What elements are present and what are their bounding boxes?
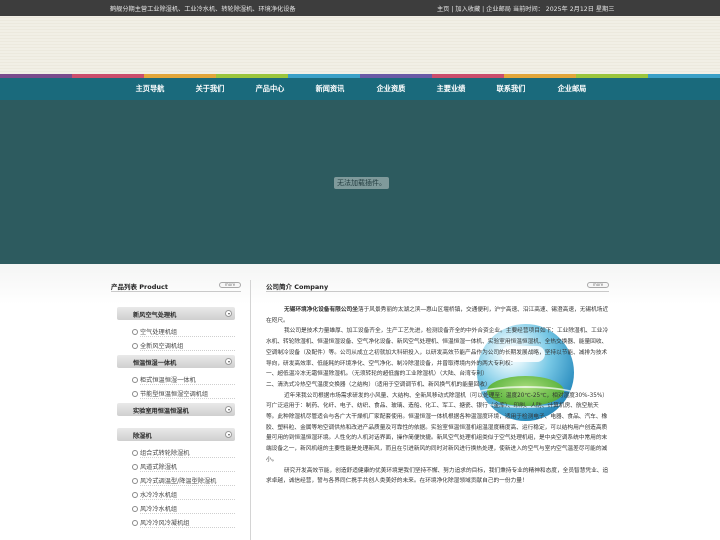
company-name: 无锡环境净化设备有限公司坐	[284, 307, 358, 313]
divider	[140, 485, 235, 486]
category-label: 恒温恒湿一体机	[133, 360, 177, 367]
product-link[interactable]: 全新风空调机组	[131, 341, 183, 350]
product-link[interactable]: 风冷冷风冷凝机组	[132, 518, 190, 527]
product-link[interactable]: 空气处理机组	[131, 327, 177, 336]
divider	[140, 384, 235, 385]
category-label: 除湿机	[133, 433, 152, 440]
product-link[interactable]: 水冷冷水机组	[131, 490, 177, 499]
divider	[140, 457, 235, 458]
nav-item-mail[interactable]: 企业邮局	[542, 84, 602, 94]
divider	[140, 350, 235, 351]
products-heading-underline	[111, 291, 241, 292]
hero-plugin-area: 无法加载插件。	[0, 100, 720, 264]
category-label: 新风空气处理机	[133, 312, 177, 319]
product-link[interactable]: 风冷冷水机组	[131, 504, 177, 513]
company-patent-2: 二、清洗式冷热空气温度交换器（之结构）（适用于空调调节机、新风换气机的能量回收）	[266, 381, 491, 388]
nav-item-home[interactable]: 主页导航	[120, 84, 180, 94]
site-tagline: 鹤舰分期主营工业除湿机、工业冷水机、转轮除湿机、环境净化设备	[110, 6, 296, 13]
company-patent-1: 一、超低温冷冻无霜恒温除湿机。（无须转轮的超低露的工业除湿机）（大陆、台湾专利）	[266, 371, 488, 378]
company-more-button[interactable]: more	[587, 282, 609, 288]
product-link[interactable]: 风道式除湿机	[131, 462, 177, 471]
nav-item-qualification[interactable]: 企业资质	[361, 84, 421, 94]
product-link[interactable]: 节能型恒温恒湿空调机组	[131, 389, 208, 398]
chevron-down-icon	[225, 406, 232, 413]
nav-item-about[interactable]: 关于我们	[180, 84, 240, 94]
category-label: 实验室用恒温恒湿机	[133, 408, 189, 415]
divider	[140, 499, 235, 500]
chevron-down-icon	[225, 358, 232, 365]
current-datetime: 当前时间： 2025年 2月12日 星期三	[512, 6, 615, 13]
nav-item-contact[interactable]: 联系我们	[481, 84, 541, 94]
nav-item-products[interactable]: 产品中心	[240, 84, 300, 94]
company-paragraph: 近年来我公司根据市场需求研发的小风量、大结构、全新风移动式除湿机（可以处理至：温…	[266, 392, 608, 463]
top-links: 主页 | 加入收藏 | 企业邮局 当前时间： 2025年 2月12日 星期三	[437, 4, 614, 13]
product-link[interactable]: 风冷式调温型/降温型除湿机	[131, 476, 216, 485]
header-banner	[0, 16, 720, 74]
plugin-placeholder: 无法加载插件。	[334, 177, 389, 189]
divider	[140, 513, 235, 514]
nav-item-news[interactable]: 新闻资讯	[300, 84, 360, 94]
divider	[140, 471, 235, 472]
company-heading-underline	[266, 291, 609, 292]
products-more-button[interactable]: more	[219, 282, 241, 288]
divider	[140, 527, 235, 528]
products-heading: 产品列表 Product	[111, 283, 168, 291]
nav-item-achievements[interactable]: 主要业绩	[421, 84, 481, 94]
chevron-down-icon	[225, 431, 232, 438]
divider	[140, 398, 235, 399]
company-profile-text: 无锡环境净化设备有限公司坐落于风景秀丽的太湖之滨—惠山区堰桥镇，交通便利，沪宁高…	[266, 305, 609, 487]
chevron-down-icon	[225, 310, 232, 317]
product-link[interactable]: 柜式恒温恒湿一体机	[132, 375, 196, 384]
main-nav: 主页导航 关于我们 产品中心 新闻资讯 企业资质 主要业绩 联系我们 企业邮局	[0, 78, 720, 100]
company-heading: 公司简介 Company	[266, 283, 329, 291]
category-fresh-air[interactable]: 新风空气处理机	[117, 307, 235, 320]
company-paragraph: 我公司是技术力量雄厚、加工设备齐全，生产工艺先进，检测设备齐全的中外合资企业。主…	[266, 328, 609, 367]
company-paragraph: 无锡环境净化设备有限公司坐落于风景秀丽的太湖之滨—惠山区堰桥镇，交通便利，沪宁高…	[266, 305, 609, 326]
company-paragraph: 研究开发高效节能，创造舒适健康的优美环境是我们坚持不懈、努力追求的目标，我们秉持…	[266, 467, 609, 485]
category-constant-temp[interactable]: 恒温恒湿一体机	[117, 355, 235, 368]
product-link[interactable]: 组合式转轮除湿机	[132, 448, 190, 457]
top-bar: 鹤舰分期主营工业除湿机、工业冷水机、转轮除湿机、环境净化设备 主页 | 加入收藏…	[0, 0, 720, 16]
category-dehumidifier[interactable]: 除湿机	[117, 428, 235, 441]
top-links-text[interactable]: 主页 | 加入收藏 | 企业邮局	[437, 6, 511, 13]
divider	[140, 336, 235, 337]
column-divider	[250, 280, 251, 540]
category-lab[interactable]: 实验室用恒温恒湿机	[117, 403, 235, 416]
